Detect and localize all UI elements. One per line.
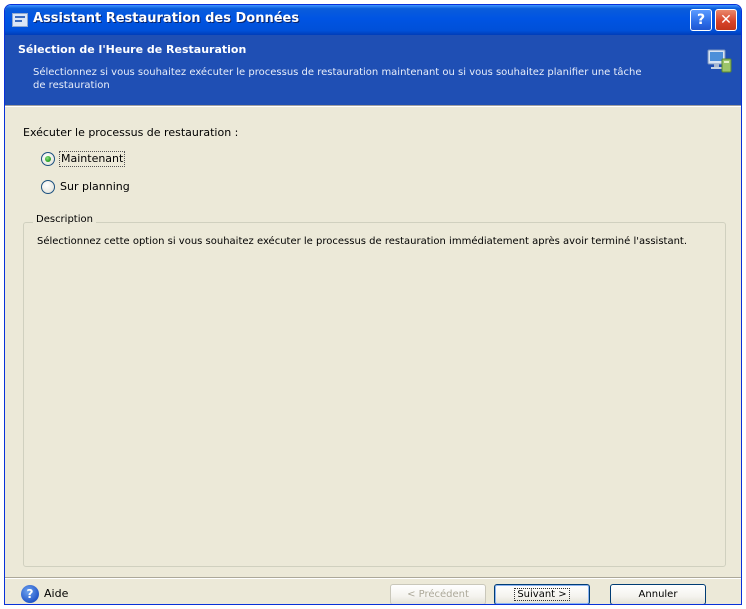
close-button[interactable]: ✕ xyxy=(715,9,737,31)
radio-scheduled-label[interactable]: Sur planning xyxy=(60,180,130,194)
wizard-window: Assistant Restauration des Données ? ✕ S… xyxy=(4,4,742,605)
radio-now-label[interactable]: Maintenant xyxy=(58,151,126,167)
wizard-computer-icon xyxy=(707,49,732,73)
step-title: Sélection de l'Heure de Restauration xyxy=(18,43,247,56)
title-bar[interactable]: Assistant Restauration des Données ? ✕ xyxy=(5,5,741,35)
description-text: Sélectionnez cette option si vous souhai… xyxy=(37,236,688,247)
window-title: Assistant Restauration des Données xyxy=(33,11,300,26)
wizard-header: Sélection de l'Heure de Restauration Sél… xyxy=(5,35,741,105)
help-link[interactable]: Aide xyxy=(44,587,68,600)
radio-scheduled-indicator[interactable] xyxy=(41,180,55,194)
help-title-button[interactable]: ? xyxy=(690,9,712,31)
help-icon[interactable]: ? xyxy=(21,585,39,603)
description-group xyxy=(23,222,726,567)
previous-button-label: < Précédent xyxy=(407,589,469,600)
next-button-label: Suivant > xyxy=(514,588,570,601)
header-divider xyxy=(5,105,741,107)
footer-divider xyxy=(5,577,741,579)
description-legend: Description xyxy=(33,214,96,225)
cancel-button-label: Annuler xyxy=(638,589,678,600)
cancel-button[interactable]: Annuler xyxy=(610,584,706,604)
restore-time-prompt: Exécuter le processus de restauration : xyxy=(23,126,239,139)
next-button[interactable]: Suivant > xyxy=(494,584,590,604)
step-description: Sélectionnez si vous souhaitez exécuter … xyxy=(33,67,642,91)
radio-now-indicator[interactable] xyxy=(41,152,55,166)
app-icon xyxy=(12,13,28,27)
previous-button[interactable]: < Précédent xyxy=(390,584,486,604)
